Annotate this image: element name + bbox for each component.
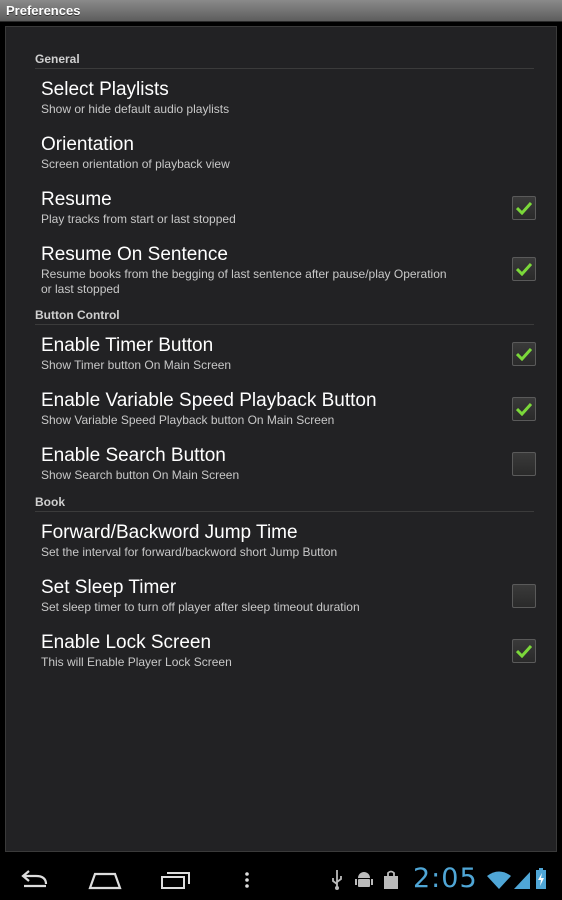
wifi-icon <box>487 871 511 889</box>
pref-select-playlists[interactable]: Select Playlists Show or hide default au… <box>41 79 536 117</box>
check-icon <box>516 201 532 215</box>
pref-resume[interactable]: Resume Play tracks from start or last st… <box>41 189 536 227</box>
shopping-bag-icon <box>384 870 398 889</box>
variable-speed-checkbox[interactable] <box>512 397 536 421</box>
pref-title: Enable Search Button <box>41 445 226 466</box>
timer-button-checkbox[interactable] <box>512 342 536 366</box>
android-debug-icon <box>355 872 373 887</box>
resume-checkbox[interactable] <box>512 196 536 220</box>
window-title: Preferences <box>6 3 81 18</box>
pref-title: Enable Lock Screen <box>41 632 212 653</box>
category-button-control: Button Control <box>35 308 534 325</box>
signal-icon <box>514 872 530 889</box>
home-icon[interactable] <box>88 870 122 890</box>
pref-title: Enable Variable Speed Playback Button <box>41 390 377 411</box>
pref-enable-search-button[interactable]: Enable Search Button Show Search button … <box>41 445 536 483</box>
pref-title: Resume <box>41 189 112 210</box>
category-general: General <box>35 52 534 69</box>
pref-enable-timer-button[interactable]: Enable Timer Button Show Timer button On… <box>41 335 536 373</box>
pref-resume-on-sentence[interactable]: Resume On Sentence Resume books from the… <box>41 244 536 297</box>
pref-orientation[interactable]: Orientation Screen orientation of playba… <box>41 134 536 172</box>
pref-enable-lock-screen[interactable]: Enable Lock Screen This will Enable Play… <box>41 632 536 670</box>
check-icon <box>516 402 532 416</box>
pref-title: Orientation <box>41 134 134 155</box>
menu-icon[interactable] <box>243 870 251 890</box>
pref-title: Select Playlists <box>41 79 169 100</box>
title-bar: Preferences <box>0 0 562 22</box>
category-book: Book <box>35 495 534 512</box>
preferences-list[interactable]: General Select Playlists Show or hide de… <box>5 26 557 852</box>
pref-title: Enable Timer Button <box>41 335 214 356</box>
status-clock: 2:05 <box>413 863 478 894</box>
pref-summary: This will Enable Player Lock Screen <box>41 655 232 669</box>
search-button-checkbox[interactable] <box>512 452 536 476</box>
pref-title: Forward/Backword Jump Time <box>41 522 298 543</box>
back-icon[interactable] <box>18 870 50 890</box>
recent-apps-icon[interactable] <box>160 870 192 890</box>
system-nav-bar: 2:05 <box>0 860 562 900</box>
resume-on-sentence-checkbox[interactable] <box>512 257 536 281</box>
check-icon <box>516 262 532 276</box>
pref-sleep-timer[interactable]: Set Sleep Timer Set sleep timer to turn … <box>41 577 536 615</box>
pref-summary: Show Variable Speed Playback button On M… <box>41 413 335 427</box>
pref-summary: Set sleep timer to turn off player after… <box>41 600 360 614</box>
pref-enable-variable-speed[interactable]: Enable Variable Speed Playback Button Sh… <box>41 390 536 428</box>
sleep-timer-checkbox[interactable] <box>512 584 536 608</box>
check-icon <box>516 644 532 658</box>
lock-screen-checkbox[interactable] <box>512 639 536 663</box>
pref-title: Resume On Sentence <box>41 244 228 265</box>
pref-summary: Play tracks from start or last stopped <box>41 212 236 226</box>
pref-summary: Resume books from the begging of last se… <box>41 267 447 296</box>
pref-summary: Show Search button On Main Screen <box>41 468 240 482</box>
pref-title: Set Sleep Timer <box>41 577 177 598</box>
check-icon <box>516 347 532 361</box>
pref-summary: Set the interval for forward/backword sh… <box>41 545 338 559</box>
battery-charging-icon <box>536 868 546 889</box>
pref-summary: Screen orientation of playback view <box>41 157 230 171</box>
usb-icon <box>332 870 342 890</box>
pref-summary: Show or hide default audio playlists <box>41 102 230 116</box>
pref-summary: Show Timer button On Main Screen <box>41 358 232 372</box>
pref-jump-time[interactable]: Forward/Backword Jump Time Set the inter… <box>41 522 536 560</box>
